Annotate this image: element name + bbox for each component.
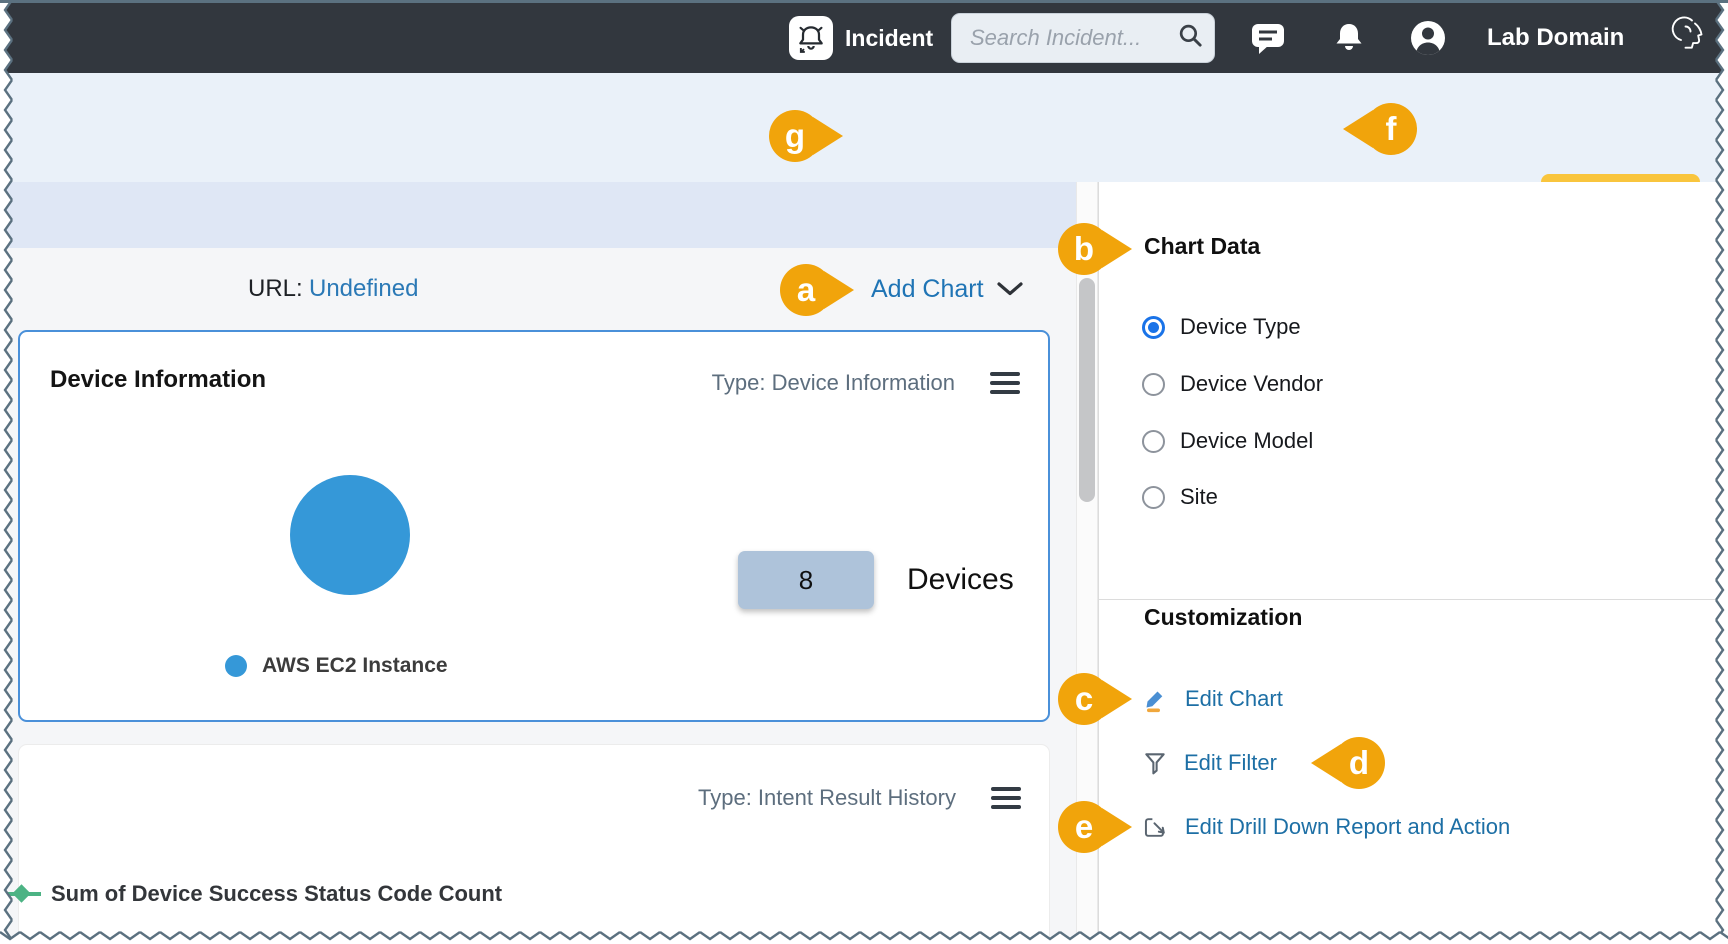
card-title: Device Information <box>50 366 266 394</box>
incident-search-box <box>951 13 1215 63</box>
radio-icon <box>1142 316 1165 339</box>
editor-action-bar: Manage Input Alert Notification Close Sa… <box>3 73 1725 182</box>
url-value-link[interactable]: Undefined <box>309 248 418 330</box>
url-label: URL: <box>248 248 303 330</box>
radio-device-model[interactable]: Device Model <box>1142 424 1313 458</box>
edit-drill-down-link[interactable]: Edit Drill Down Report and Action <box>1142 810 1510 844</box>
radio-icon <box>1142 373 1165 396</box>
customization-heading: Customization <box>1144 604 1302 631</box>
hamburger-menu-icon[interactable] <box>990 372 1020 394</box>
pie-legend: AWS EC2 Instance <box>225 654 448 678</box>
radio-icon <box>1142 430 1165 453</box>
intent-result-history-card: Type: Intent Result History Sum of Devic… <box>18 744 1050 944</box>
callout-e: e <box>1058 801 1110 853</box>
device-unit-label: Devices <box>907 551 1014 609</box>
chevron-down-icon <box>996 281 1024 297</box>
series-label: Sum of Device Success Status Code Count <box>51 881 502 907</box>
callout-a: a <box>780 264 832 316</box>
scrollbar-thumb[interactable] <box>1079 278 1095 502</box>
radio-device-type[interactable]: Device Type <box>1142 310 1301 344</box>
radio-device-vendor[interactable]: Device Vendor <box>1142 367 1323 401</box>
drill-down-icon <box>1142 815 1169 840</box>
funnel-icon <box>1142 750 1168 776</box>
search-input[interactable] <box>968 24 1177 52</box>
radio-site[interactable]: Site <box>1142 480 1218 514</box>
hamburger-menu-icon[interactable] <box>991 787 1021 809</box>
callout-b: b <box>1058 223 1110 275</box>
callout-d: d <box>1333 737 1385 789</box>
screenshot-root: Incident <box>0 0 1728 944</box>
device-type-pie-chart <box>290 475 410 595</box>
radio-icon <box>1142 486 1165 509</box>
domain-label: Lab Domain <box>1487 3 1624 73</box>
edit-filter-link[interactable]: Edit Filter <box>1142 746 1277 780</box>
incident-bell-icon <box>789 16 833 60</box>
series-legend: Sum of Device Success Status Code Count <box>3 881 502 907</box>
add-chart-button[interactable]: Add Chart <box>871 248 1024 330</box>
app-title: Incident <box>845 3 933 73</box>
device-information-card: Device Information Type: Device Informat… <box>18 330 1050 722</box>
pencil-icon <box>1142 686 1169 713</box>
chat-icon[interactable] <box>1249 3 1287 73</box>
card-type-label: Type: Intent Result History <box>698 785 956 811</box>
chart-data-heading: Chart Data <box>1144 233 1260 260</box>
panel-divider <box>1099 599 1725 600</box>
bell-icon[interactable] <box>1331 3 1367 73</box>
device-count-box: 8 <box>738 551 874 609</box>
line-series-marker-icon <box>3 892 41 896</box>
netbrain-logo-icon <box>1665 3 1713 73</box>
magnifier-icon[interactable] <box>1177 22 1204 54</box>
callout-g: g <box>769 110 821 162</box>
url-row: URL: Undefined Add Chart <box>3 248 1076 330</box>
legend-dot <box>225 655 247 677</box>
legend-label: AWS EC2 Instance <box>262 654 448 678</box>
user-icon[interactable] <box>1409 3 1447 73</box>
callout-c: c <box>1058 673 1110 725</box>
callout-f: f <box>1365 103 1417 155</box>
card-type-label: Type: Device Information <box>712 370 955 396</box>
edit-chart-link[interactable]: Edit Chart <box>1142 682 1283 716</box>
dashboard-header-band <box>3 182 1076 248</box>
chart-settings-panel: Chart Data Device Type Device Vendor Dev… <box>1098 182 1725 944</box>
top-navigation-bar: Incident <box>3 3 1725 73</box>
